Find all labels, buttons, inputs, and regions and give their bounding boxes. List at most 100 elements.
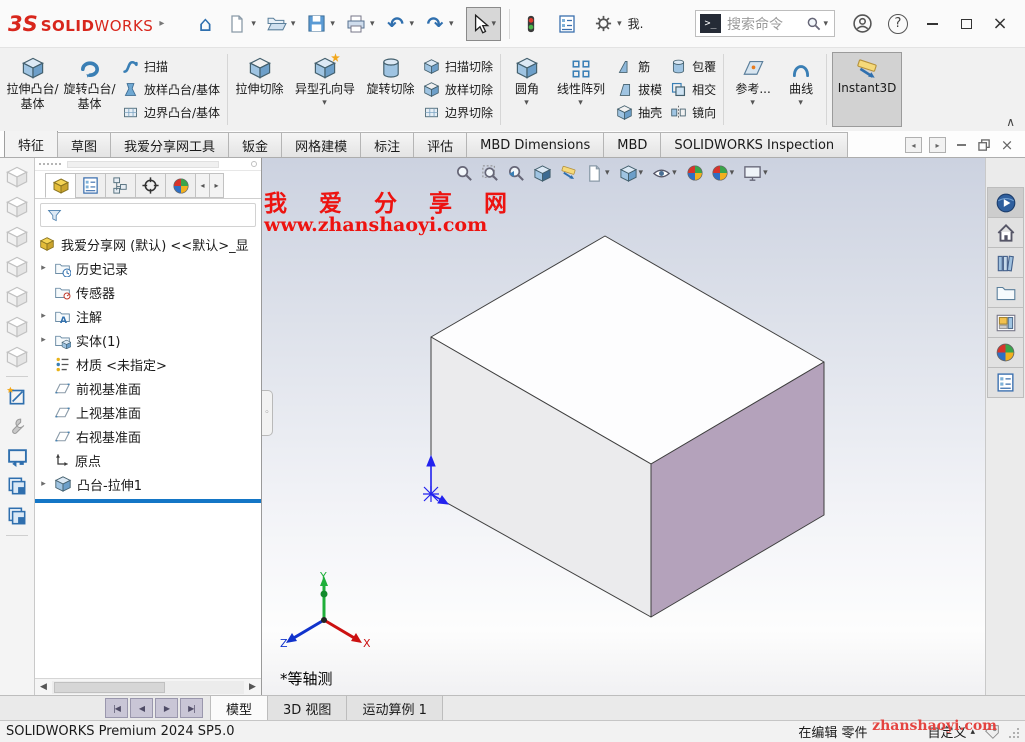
tab-markup[interactable]: 标注 (360, 132, 414, 157)
task-pane-appearances-button[interactable] (987, 337, 1024, 368)
curves-dropdown-icon[interactable]: ▾ (798, 98, 803, 108)
scroll-thumb[interactable] (54, 682, 165, 693)
expand-icon[interactable]: ▸ (38, 311, 49, 321)
new-document-dropdown-icon[interactable]: ▾ (251, 19, 256, 29)
graphics-viewport[interactable]: ▾ ▾ ▾ ▾ ▾ 我 爱 分 享 网 www.zhanshaoyi.com (262, 158, 985, 695)
tree-filter-box[interactable] (40, 203, 256, 227)
expand-icon[interactable]: ▸ (38, 479, 49, 489)
redo-button[interactable]: ↷ (422, 11, 448, 37)
intersect-button[interactable]: 相交 (667, 79, 719, 101)
scroll-left-icon[interactable]: ◀ (35, 682, 52, 692)
tree-item-sensors[interactable]: 传感器 (35, 280, 261, 304)
settings-dropdown-icon[interactable]: ▾ (617, 19, 622, 29)
scroll-right-icon[interactable]: ▶ (244, 682, 261, 692)
revolved-boss-button[interactable]: 旋转凸台/基体 (61, 50, 118, 129)
rebuild-button[interactable] (518, 11, 544, 37)
tree-horizontal-scrollbar[interactable]: ◀ ▶ (35, 678, 261, 695)
copy-appearance-button[interactable] (4, 473, 30, 499)
reference-dropdown-icon[interactable]: ▾ (750, 98, 755, 108)
tree-item-boss-extrude1[interactable]: ▸ 凸台-拉伸1 (35, 472, 261, 496)
tab-mesh-modeling[interactable]: 网格建模 (281, 132, 361, 157)
tab-mbd-dimensions[interactable]: MBD Dimensions (466, 132, 604, 157)
instant3d-button[interactable]: Instant3D (832, 52, 902, 127)
account-button[interactable] (849, 11, 875, 37)
tabs-nav-prev-button[interactable]: ◀ (130, 698, 153, 718)
tab-features[interactable]: 特征 (4, 130, 58, 157)
draft-button[interactable]: 拔模 (613, 79, 665, 101)
screen-capture-button[interactable] (4, 443, 30, 469)
lofted-boss-button[interactable]: 放样凸台/基体 (119, 79, 223, 101)
tree-item-annotations[interactable]: ▸ A 注解 (35, 304, 261, 328)
task-pane-resources-button[interactable] (987, 187, 1024, 218)
boundary-boss-button[interactable]: 边界凸台/基体 (119, 102, 223, 124)
view-cube-2-button[interactable] (4, 194, 30, 220)
tab-sketch[interactable]: 草图 (57, 132, 111, 157)
print-dropdown-icon[interactable]: ▾ (370, 19, 375, 29)
options-list-button[interactable] (554, 11, 580, 37)
select-dropdown-icon[interactable]: ▾ (492, 19, 497, 29)
tab-display-manager[interactable] (165, 173, 196, 198)
close-button[interactable]: × (983, 9, 1017, 39)
tree-item-right-plane[interactable]: 右视基准面 (35, 424, 261, 448)
doc-restore-button[interactable] (976, 137, 992, 153)
maximize-button[interactable] (949, 9, 983, 39)
open-dropdown-icon[interactable]: ▾ (291, 19, 296, 29)
tab-configuration-manager[interactable] (105, 173, 136, 198)
resize-grip[interactable] (1007, 726, 1019, 738)
new-document-button[interactable] (224, 11, 250, 37)
boundary-cut-button[interactable]: 边界切除 (420, 102, 496, 124)
logo-flyout-icon[interactable]: ▸ (159, 18, 164, 29)
expand-icon[interactable]: ▸ (38, 335, 49, 345)
tab-3d-views[interactable]: 3D 视图 (268, 696, 347, 720)
task-pane-view-palette-button[interactable] (987, 307, 1024, 338)
help-button[interactable]: ? (885, 11, 911, 37)
fillet-button[interactable]: 圆角 ▾ (504, 50, 550, 129)
settings-button[interactable] (590, 11, 616, 37)
print-button[interactable] (343, 11, 369, 37)
tabs-nav-last-button[interactable]: ▶| (180, 698, 203, 718)
linear-pattern-button[interactable]: 线性阵列 ▾ (550, 50, 612, 129)
tab-share-tools[interactable]: 我爱分享网工具 (110, 132, 229, 157)
save-dropdown-icon[interactable]: ▾ (330, 19, 335, 29)
extruded-cut-button[interactable]: 拉伸切除 (231, 50, 288, 129)
open-button[interactable] (264, 11, 290, 37)
wrap-button[interactable]: 包覆 (667, 56, 719, 78)
undo-dropdown-icon[interactable]: ▾ (409, 19, 414, 29)
fillet-dropdown-icon[interactable]: ▾ (524, 98, 529, 108)
doc-prev-button[interactable]: ◂ (905, 137, 922, 153)
panel-splitter-knob[interactable] (251, 161, 257, 167)
rollback-bar[interactable] (35, 499, 261, 503)
hole-wizard-dropdown-icon[interactable]: ▾ (322, 98, 327, 108)
view-cube-7-button[interactable] (4, 344, 30, 370)
tabs-nav-first-button[interactable]: |◀ (105, 698, 128, 718)
linear-pattern-dropdown-icon[interactable]: ▾ (578, 98, 583, 108)
redo-dropdown-icon[interactable]: ▾ (449, 19, 454, 29)
minimize-button[interactable] (915, 9, 949, 39)
ribbon-collapse-icon[interactable]: ∧ (1006, 115, 1015, 129)
swept-cut-button[interactable]: 扫描切除 (420, 56, 496, 78)
undo-button[interactable]: ↶ (382, 11, 408, 37)
reference-geometry-button[interactable]: 参考... ▾ (727, 50, 779, 129)
panel-scroll-track[interactable] (67, 161, 219, 168)
select-tool-button[interactable]: ▾ (466, 7, 502, 41)
view-cube-6-button[interactable] (4, 314, 30, 340)
save-button[interactable] (303, 11, 329, 37)
curves-button[interactable]: 曲线 ▾ (779, 50, 823, 129)
manager-tabs-scroll-left[interactable]: ◂ (195, 173, 210, 198)
tree-item-top-plane[interactable]: 上视基准面 (35, 400, 261, 424)
tab-model[interactable]: 模型 (210, 696, 268, 720)
tree-root[interactable]: 我爱分享网 (默认) <<默认>_显 (35, 232, 261, 256)
view-cube-4-button[interactable] (4, 254, 30, 280)
doc-close-button[interactable]: × (999, 137, 1015, 153)
shell-button[interactable]: 抽壳 (613, 102, 665, 124)
panel-collapse-handle[interactable]: ◦ (262, 390, 273, 436)
paste-appearance-button[interactable] (4, 503, 30, 529)
task-pane-custom-properties-button[interactable] (987, 367, 1024, 398)
expand-icon[interactable]: ▸ (38, 263, 49, 273)
new-sketch-button[interactable] (4, 383, 30, 409)
view-cube-5-button[interactable] (4, 284, 30, 310)
tree-item-material[interactable]: 材质 <未指定> (35, 352, 261, 376)
task-pane-home-button[interactable] (987, 217, 1024, 248)
tab-evaluate[interactable]: 评估 (413, 132, 467, 157)
lofted-cut-button[interactable]: 放样切除 (420, 79, 496, 101)
